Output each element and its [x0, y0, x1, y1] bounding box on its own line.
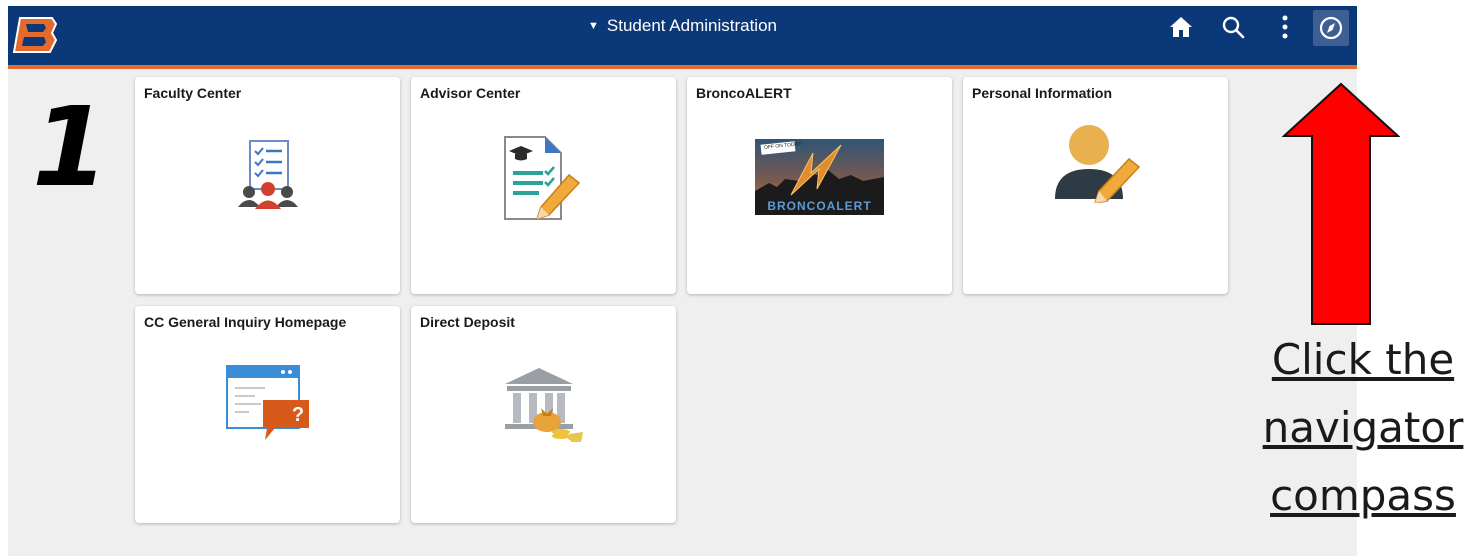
question-mark-icon: ?: [291, 404, 305, 426]
broncoalert-caption: BRONCOALERT: [767, 199, 872, 213]
tile-title: Faculty Center: [144, 85, 242, 101]
navigator-button[interactable]: [1313, 10, 1349, 46]
annotation-line-1: Click the: [1271, 335, 1455, 384]
tile-direct-deposit[interactable]: Direct Deposit: [411, 306, 676, 523]
tile-advisor-center[interactable]: Advisor Center: [411, 77, 676, 294]
broncoalert-image: OFF ON TODAY! BRONCOALERT: [755, 139, 884, 215]
tile-title: Direct Deposit: [420, 314, 515, 330]
home-icon[interactable]: [1166, 12, 1196, 42]
step-number: 1: [32, 83, 109, 211]
tile-faculty-center[interactable]: Faculty Center: [135, 77, 400, 294]
search-icon[interactable]: [1218, 12, 1248, 42]
compass-icon: [1319, 16, 1343, 40]
bank-money-icon: [505, 368, 583, 442]
annotation-line-3: compass: [1270, 471, 1456, 520]
faculty-roster-icon: [238, 140, 298, 209]
dropdown-caret-icon: ▼: [588, 20, 599, 32]
tile-personal-information[interactable]: Personal Information: [963, 77, 1228, 294]
tile-broncoalert[interactable]: BroncoALERT OFF ON TODAY! BRONCOALERT: [687, 77, 952, 294]
header-bar: ▼ Student Administration: [8, 6, 1357, 69]
tile-title: Advisor Center: [420, 85, 521, 101]
app-frame: ▼ Student Administration Faculty Center: [8, 6, 1357, 556]
tile-cc-general-inquiry[interactable]: CC General Inquiry Homepage ?: [135, 306, 400, 523]
person-edit-icon: [1055, 125, 1141, 203]
annotation-arrow-icon: [1282, 82, 1400, 325]
tile-title: CC General Inquiry Homepage: [144, 314, 347, 330]
annotation-line-2: navigator: [1262, 403, 1464, 452]
homepage-selector[interactable]: ▼ Student Administration: [8, 6, 1357, 46]
advisor-document-icon: [504, 136, 581, 221]
actions-menu-icon[interactable]: [1270, 12, 1300, 42]
homepage-title: Student Administration: [606, 16, 777, 35]
tile-title: BroncoALERT: [696, 85, 792, 101]
tile-title: Personal Information: [972, 85, 1113, 101]
